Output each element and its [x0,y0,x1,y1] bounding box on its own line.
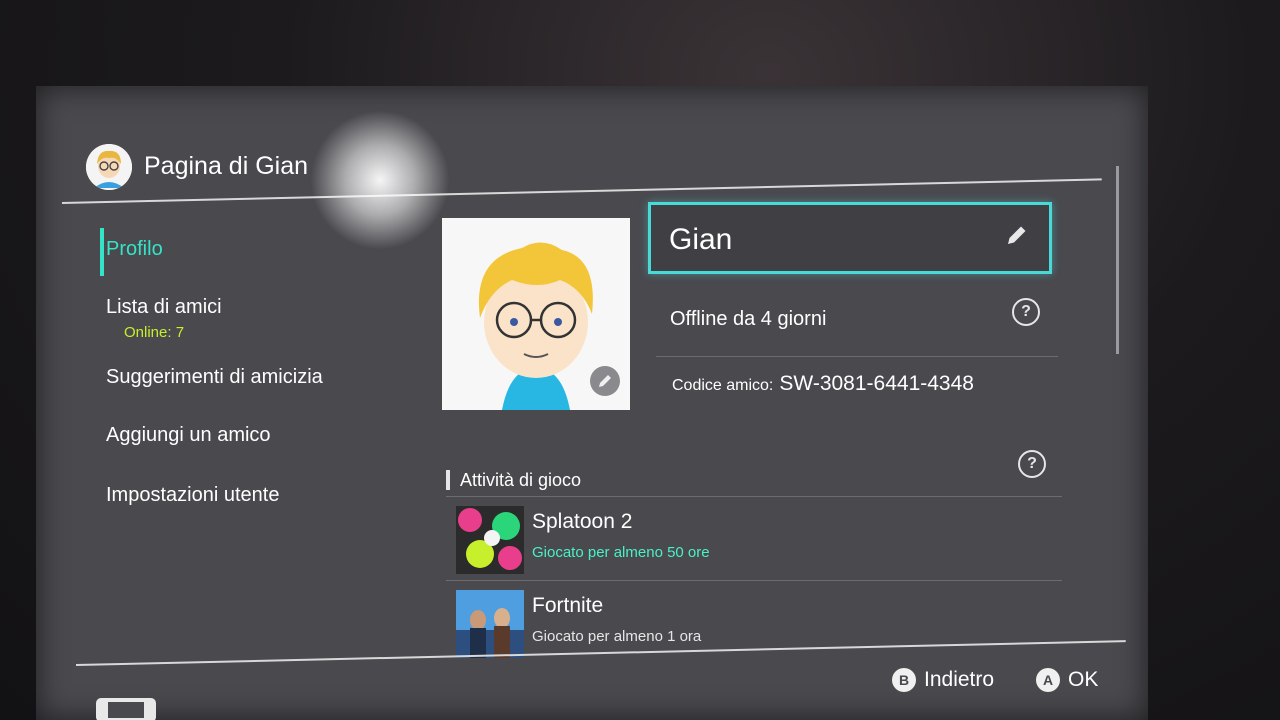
mii-avatar-card[interactable] [442,218,630,410]
activity-divider [446,496,1062,497]
page-title: Pagina di Gian [144,152,309,180]
pencil-icon [1005,223,1029,252]
ok-action[interactable]: A OK [1036,668,1098,692]
header-divider [61,178,1102,204]
game-playtime: Giocato per almeno 50 ore [532,544,710,561]
sidebar-item-impostazioni[interactable]: Impostazioni utente [106,484,279,507]
fortnite-thumbnail-icon [456,590,524,658]
a-button-icon: A [1036,668,1060,692]
ok-label: OK [1068,668,1099,691]
game-divider [446,580,1062,581]
friend-code-value: SW-3081-6441-4348 [779,372,974,395]
activity-help-icon[interactable]: ? [1018,450,1046,478]
scrollbar[interactable] [1116,166,1119,354]
friend-code-label: Codice amico: [672,377,774,394]
sidebar-item-suggerimenti[interactable]: Suggerimenti di amicizia [106,366,323,389]
online-status: Offline da 4 giorni [670,308,827,330]
sidebar-item-lista-di-amici[interactable]: Lista di amici [106,296,222,319]
edit-mii-icon[interactable] [590,366,620,396]
back-label: Indietro [924,668,995,691]
online-count: Online: 7 [124,324,185,341]
game-playtime: Giocato per almeno 1 ora [532,628,702,645]
activity-section-title: Attività di gioco [446,470,581,490]
profile-screen: Pagina di Gian Profilo Lista di amici On… [36,86,1148,720]
nickname-value: Gian [669,223,733,256]
profile-divider [656,356,1058,357]
sidebar-item-aggiungi-amico[interactable]: Aggiungi un amico [106,424,271,447]
game-title: Splatoon 2 [532,510,633,533]
user-avatar-icon [86,144,132,190]
status-help-icon[interactable]: ? [1012,298,1040,326]
back-action[interactable]: B Indietro [892,668,994,692]
game-row-splatoon[interactable]: Splatoon 2 Giocato per almeno 50 ore [446,502,1058,578]
active-nav-marker [100,228,104,276]
sidebar-item-profilo[interactable]: Profilo [106,238,163,261]
game-title: Fortnite [532,594,604,617]
b-button-icon: B [892,668,916,692]
nickname-field[interactable]: Gian [648,202,1052,274]
splatoon-2-thumbnail-icon [456,506,524,574]
friend-code: Codice amico: SW-3081-6441-4348 [672,372,974,396]
handheld-console-icon [96,696,156,720]
